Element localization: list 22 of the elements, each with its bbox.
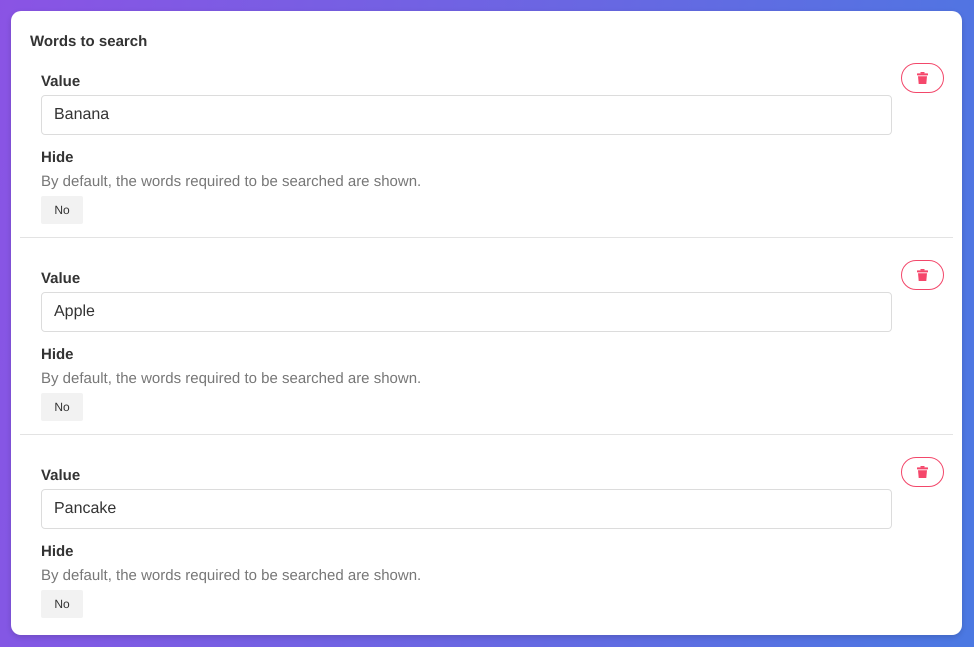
field-label: Value — [41, 270, 80, 288]
field-label: Hide — [41, 346, 74, 364]
delete-button[interactable] — [901, 260, 944, 290]
toggle-button[interactable]: No — [41, 196, 83, 224]
delete-button[interactable] — [901, 457, 944, 487]
field-description: By default, the words required to be searched are shown. — [41, 567, 422, 585]
delete-button[interactable] — [901, 63, 944, 93]
toggle-button[interactable]: No — [41, 590, 83, 618]
section-title: Words to search — [29, 33, 148, 51]
value-input[interactable]: Pancake — [41, 489, 892, 529]
trash-icon — [917, 466, 928, 478]
toggle-button[interactable]: No — [41, 393, 83, 421]
field-label: Value — [41, 73, 80, 91]
trash-icon — [917, 269, 928, 281]
field-description: By default, the words required to be searched are shown. — [41, 370, 422, 388]
trash-icon — [917, 72, 928, 84]
field-description: By default, the words required to be searched are shown. — [41, 173, 422, 191]
value-input[interactable]: Banana — [41, 95, 892, 135]
field-label: Value — [41, 467, 80, 485]
field-label: Hide — [41, 543, 74, 561]
field-label: Hide — [41, 149, 74, 167]
value-input[interactable]: Apple — [41, 292, 892, 332]
